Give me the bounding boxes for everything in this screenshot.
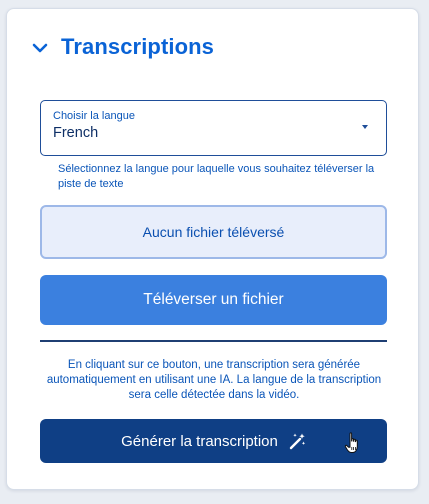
magic-wand-icon xyxy=(289,433,306,450)
language-select-value: French xyxy=(53,125,99,141)
language-select[interactable]: Choisir la langue French xyxy=(40,100,387,156)
section-title: Transcriptions xyxy=(61,34,214,59)
chevron-down-icon[interactable] xyxy=(31,39,49,57)
language-helper-text: Sélectionnez la langue pour laquelle vou… xyxy=(58,163,375,190)
language-select-label: Choisir la langue xyxy=(53,110,135,122)
hand-pointer-cursor-icon xyxy=(344,432,358,453)
divider xyxy=(40,340,387,342)
generate-transcription-label: Générer la transcription xyxy=(121,432,278,450)
upload-file-button[interactable]: Téléverser un fichier xyxy=(40,275,387,325)
caret-down-icon[interactable] xyxy=(362,125,368,129)
generate-transcription-button[interactable]: Générer la transcription xyxy=(40,419,387,463)
file-status-box: Aucun fichier téléversé xyxy=(40,205,387,259)
generate-info-text: En cliquant sur ce bouton, une transcrip… xyxy=(46,359,382,401)
section-header[interactable]: Transcriptions xyxy=(31,29,214,65)
transcriptions-panel: Transcriptions Choisir la langue French … xyxy=(6,8,419,490)
